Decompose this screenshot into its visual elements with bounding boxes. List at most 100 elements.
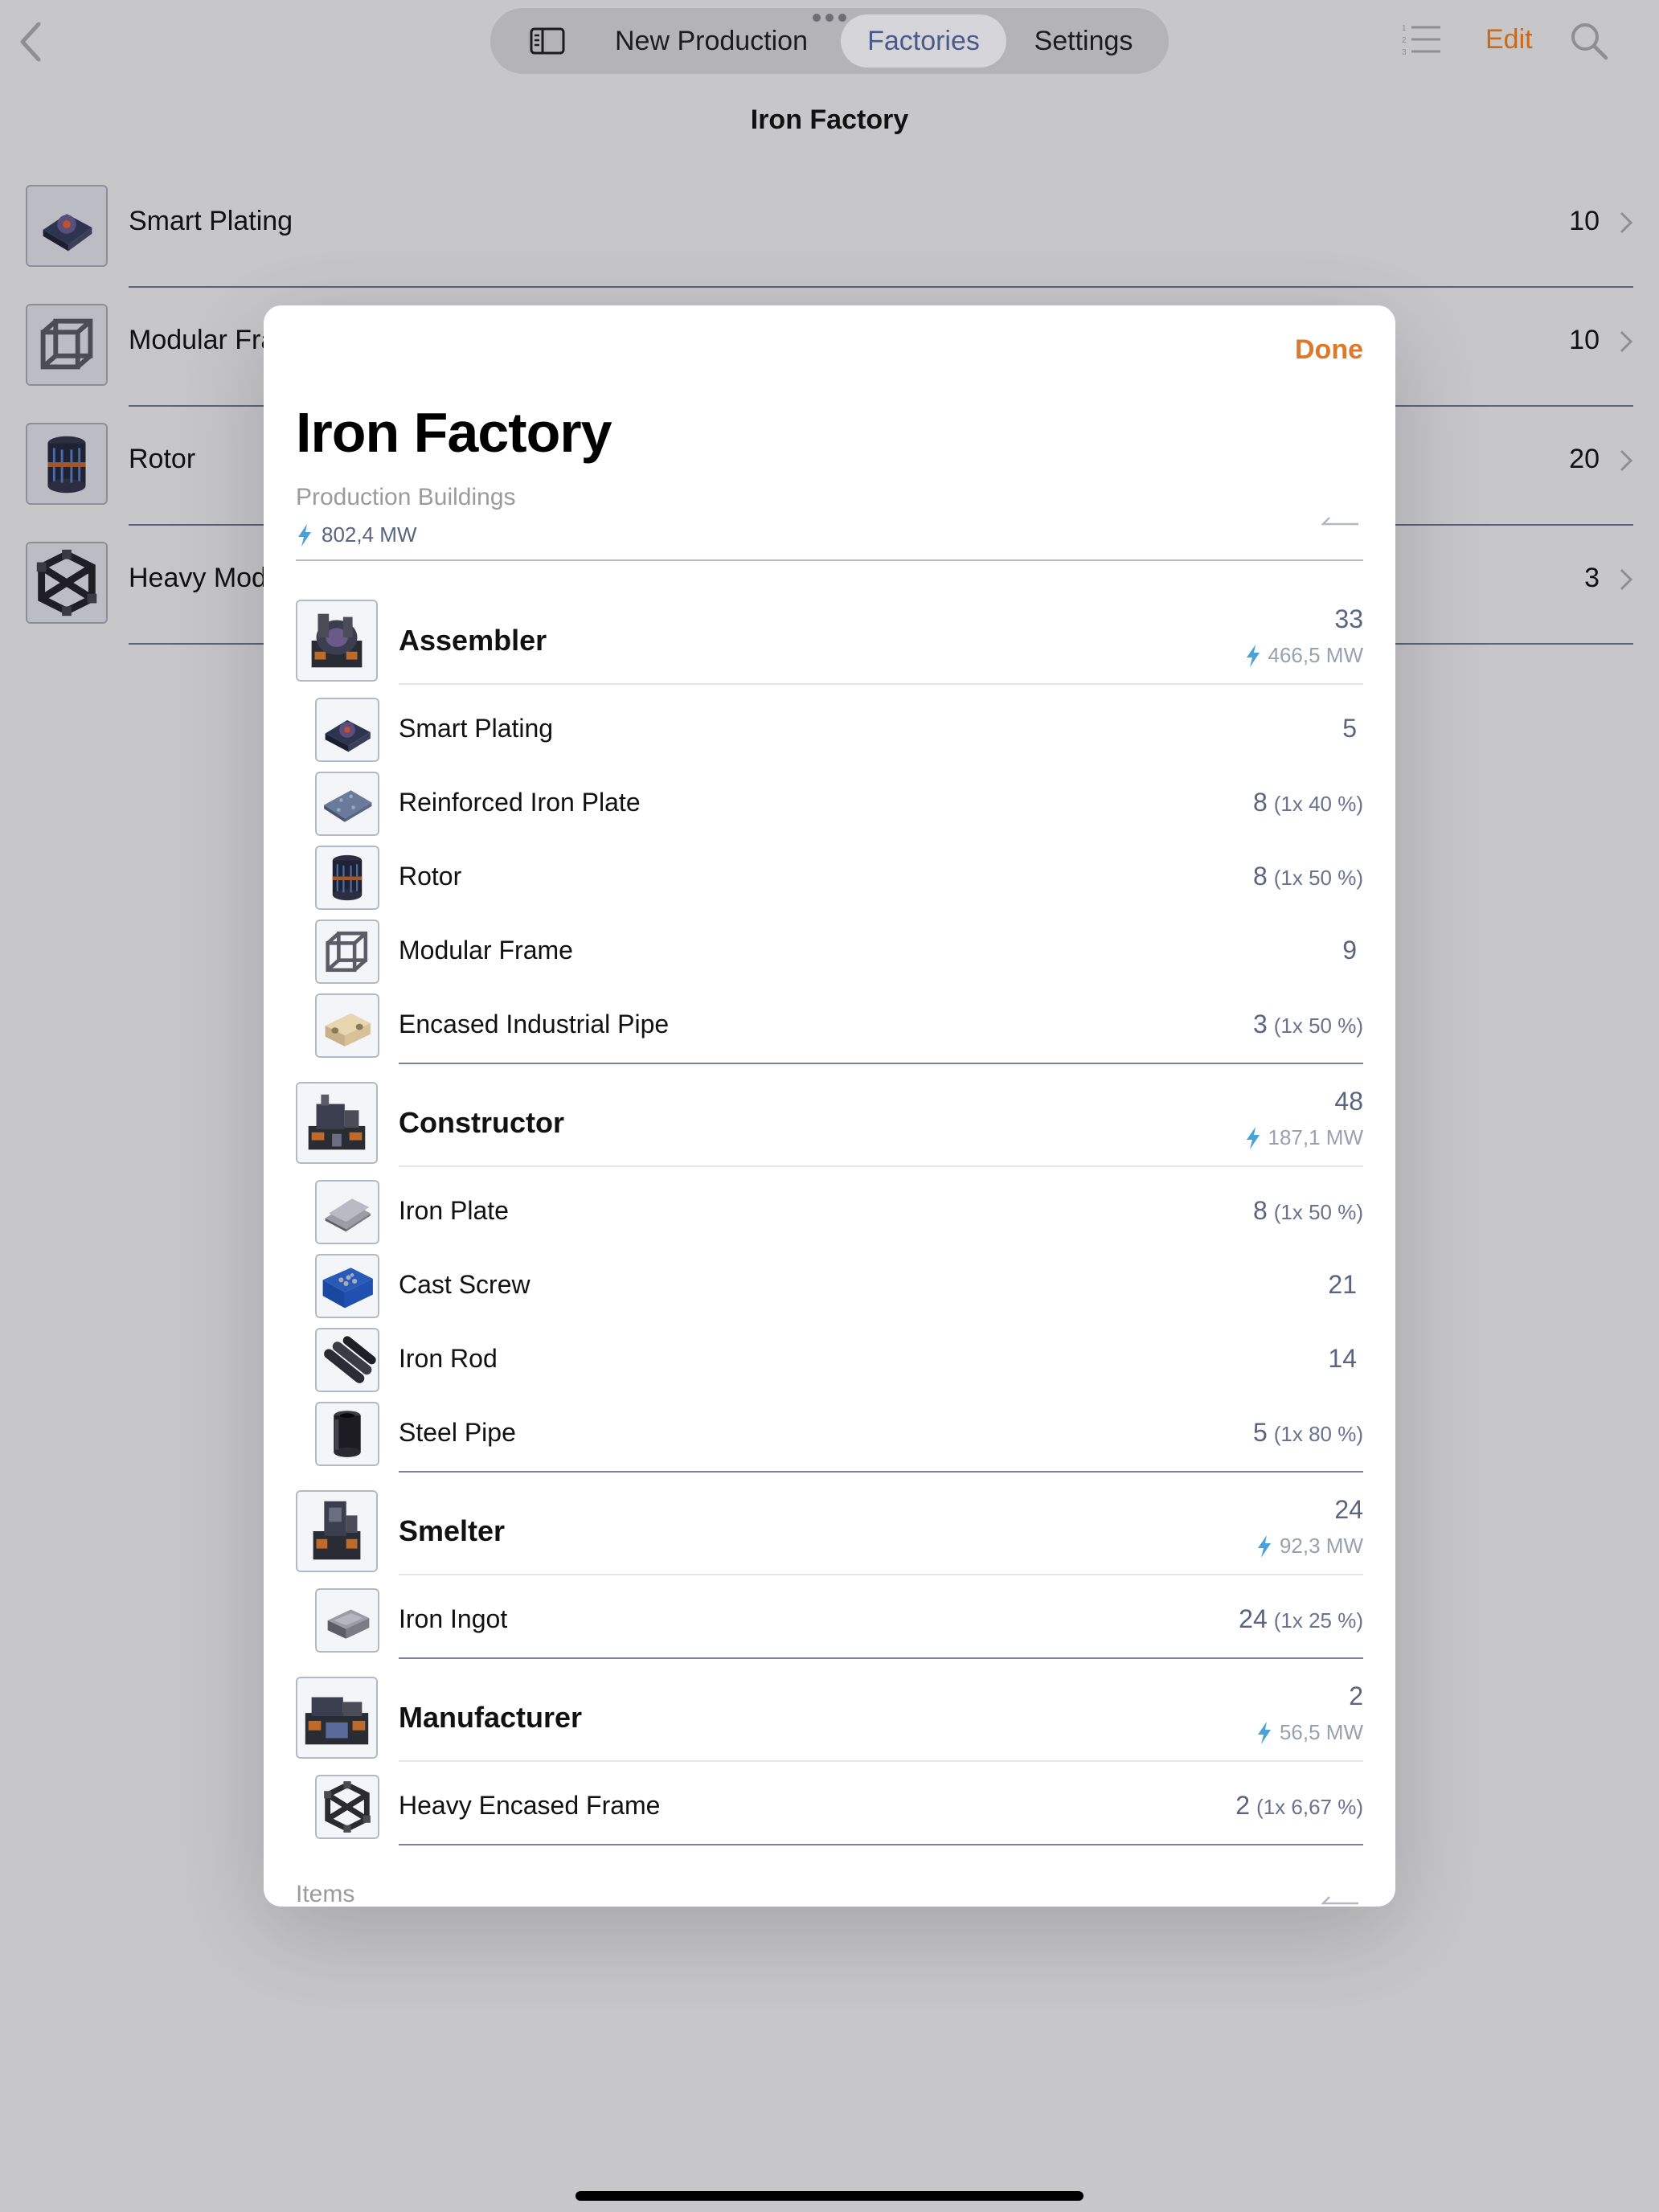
row-divider (399, 683, 1363, 685)
building-count: 48 (1334, 1087, 1363, 1116)
chevron-right-icon (1620, 211, 1633, 234)
manufacturer-icon (296, 1677, 378, 1759)
item-count: 8 (1252, 862, 1268, 891)
group-divider (399, 1657, 1363, 1659)
item-percent: (1x 6,67 %) (1256, 1795, 1363, 1819)
group-divider (399, 1063, 1363, 1064)
modular-frame-icon (26, 304, 108, 386)
screw-icon (315, 1254, 379, 1318)
item-value: 24 (1x 25 %) (1239, 1604, 1363, 1634)
search-icon[interactable] (1569, 21, 1609, 61)
building-power-value: 187,1 MW (1268, 1125, 1364, 1149)
item-row[interactable]: Steel Pipe 5 (1x 80 %) (264, 1399, 1395, 1473)
back-chevron-icon[interactable] (16, 18, 45, 66)
item-row[interactable]: Heavy Encased Frame 2 (1x 6,67 %) (264, 1772, 1395, 1845)
building-count: 24 (1334, 1495, 1363, 1524)
building-row-smelter[interactable]: Smelter 24 92,3 MW (264, 1490, 1395, 1575)
modular-frame-icon (315, 920, 379, 984)
item-count: 5 (1252, 1418, 1268, 1447)
lightning-icon (1257, 1535, 1271, 1558)
tab-settings[interactable]: Settings (1019, 14, 1148, 68)
factory-detail-sheet: Done Iron Factory Production Buildings 8… (264, 305, 1395, 1907)
item-count: 21 (1328, 1270, 1357, 1299)
home-indicator[interactable] (576, 2191, 1083, 2201)
chevron-right-icon (1620, 449, 1633, 472)
row-value: 20 (1569, 444, 1600, 474)
lightning-icon (1257, 1722, 1271, 1744)
smart-plating-icon (26, 185, 108, 267)
item-name: Modular Frame (399, 936, 573, 965)
item-row[interactable]: Iron Rod 14 (264, 1325, 1395, 1399)
tab-factories[interactable]: Factories (841, 14, 1006, 68)
steel-pipe-icon (315, 1402, 379, 1466)
list-row[interactable]: Smart Plating 10 (0, 169, 1659, 288)
building-row-constructor[interactable]: Constructor 48 187,1 MW (264, 1082, 1395, 1167)
collapse-section-icon[interactable] (1321, 1895, 1360, 1907)
item-count: 8 (1252, 1196, 1268, 1225)
row-label: Smart Plating (129, 206, 293, 236)
item-percent: (1x 80 %) (1273, 1422, 1363, 1446)
item-count: 9 (1342, 936, 1357, 965)
item-value: 8 (1x 40 %) (1253, 788, 1363, 817)
row-label: Modular Fra (129, 325, 276, 355)
item-name: Steel Pipe (399, 1418, 516, 1447)
section-header-production-buildings: Production Buildings (296, 484, 516, 510)
sidebar-icon (530, 27, 565, 55)
item-row[interactable]: Iron Ingot 24 (1x 25 %) (264, 1585, 1395, 1659)
building-count: 2 (1349, 1682, 1363, 1710)
building-row-assembler[interactable]: Assembler 33 466,5 MW (264, 600, 1395, 685)
row-value: 10 (1569, 206, 1600, 236)
item-count: 8 (1252, 788, 1268, 817)
item-name: Smart Plating (399, 714, 554, 743)
item-row[interactable]: Rotor 8 (1x 50 %) (264, 842, 1395, 916)
item-name: Rotor (399, 862, 462, 891)
svg-text:1: 1 (1402, 24, 1407, 33)
building-power-value: 92,3 MW (1279, 1534, 1363, 1558)
lightning-icon (298, 524, 311, 547)
row-value: 3 (1584, 563, 1600, 593)
rotor-icon (315, 846, 379, 910)
constructor-icon (296, 1082, 378, 1164)
building-power: 187,1 MW (1244, 1125, 1364, 1150)
multitasking-dots-icon[interactable] (812, 13, 847, 23)
row-label: Heavy Mod (129, 563, 267, 593)
sheet-title: Iron Factory (296, 401, 612, 464)
collapse-section-icon[interactable] (1321, 516, 1360, 530)
item-row[interactable]: Iron Plate 8 (1x 50 %) (264, 1177, 1395, 1251)
building-count: 33 (1334, 604, 1363, 633)
item-value: 5 (1342, 714, 1363, 743)
item-value: 21 (1328, 1270, 1363, 1300)
item-count: 3 (1252, 1010, 1268, 1038)
building-row-manufacturer[interactable]: Manufacturer 2 56,5 MW (264, 1677, 1395, 1762)
item-row[interactable]: Reinforced Iron Plate 8 (1x 40 %) (264, 768, 1395, 842)
done-button[interactable]: Done (1295, 334, 1363, 366)
tab-new-production[interactable]: New Production (595, 14, 828, 68)
building-power: 56,5 MW (1256, 1720, 1363, 1745)
iron-plate-icon (315, 1180, 379, 1244)
item-percent: (1x 50 %) (1273, 1014, 1363, 1038)
item-row[interactable]: Cast Screw 21 (264, 1251, 1395, 1325)
iron-rod-icon (315, 1328, 379, 1392)
sidebar-toggle-button[interactable] (511, 14, 584, 68)
heavy-frame-icon (26, 542, 108, 624)
item-name: Iron Plate (399, 1196, 509, 1225)
numbered-list-icon[interactable]: 1 2 3 (1400, 21, 1442, 58)
item-count: 2 (1235, 1791, 1251, 1820)
item-row[interactable]: Modular Frame 9 (264, 916, 1395, 990)
item-row[interactable]: Encased Industrial Pipe 3 (1x 50 %) (264, 990, 1395, 1064)
item-count: 5 (1342, 714, 1357, 743)
edit-button[interactable]: Edit (1485, 19, 1533, 59)
smart-plating-icon (315, 698, 379, 762)
building-name: Assembler (399, 624, 547, 657)
item-row[interactable]: Smart Plating 5 (264, 694, 1395, 768)
item-value: 5 (1x 80 %) (1253, 1418, 1363, 1448)
item-percent: (1x 40 %) (1273, 792, 1363, 816)
navigation-bar: New Production Factories Settings 1 2 3 … (0, 0, 1659, 88)
item-value: 14 (1328, 1344, 1363, 1374)
row-divider (399, 1574, 1363, 1575)
heavy-frame-icon (315, 1775, 379, 1839)
item-name: Iron Rod (399, 1344, 498, 1373)
building-power-value: 56,5 MW (1279, 1720, 1363, 1744)
item-name: Iron Ingot (399, 1604, 508, 1633)
item-count: 14 (1328, 1344, 1357, 1373)
